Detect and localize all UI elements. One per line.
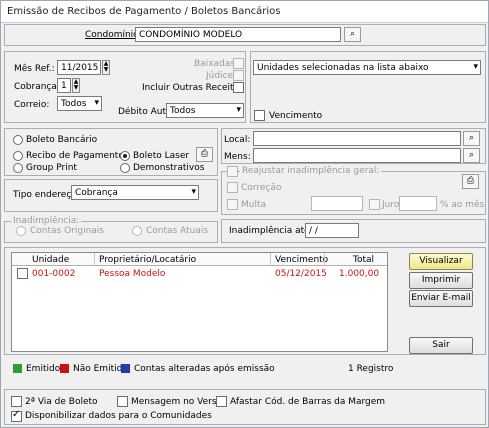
boletos-table: Unidade Proprietário/Locatário Venciment… — [11, 252, 388, 352]
column-divider — [270, 253, 271, 266]
group-print-radio[interactable] — [13, 163, 23, 173]
window-title: Emissão de Recibos de Pagamento / Boleto… — [7, 6, 281, 17]
cobranca-input[interactable]: 1 — [57, 78, 71, 93]
contas-atuais-radio[interactable] — [132, 226, 142, 236]
correio-label: Correio: — [14, 100, 50, 110]
table-row[interactable]: 001-0002 Pessoa Modelo 05/12/2015 1.000,… — [12, 267, 387, 280]
reajustar-title: Reajustar inadimplência geral: — [240, 166, 382, 176]
demonstrativos-radio[interactable] — [120, 163, 130, 173]
header-unidade[interactable]: Unidade — [32, 255, 69, 265]
row-unidade: 001-0002 — [32, 269, 76, 279]
correio-select[interactable]: Todos — [57, 96, 102, 111]
boleto-bancario-radio[interactable] — [13, 135, 23, 145]
row-proprietario: Pessoa Modelo — [99, 269, 166, 279]
mensagem-verso-checkbox[interactable] — [117, 396, 128, 407]
record-count: 1 Registro — [348, 364, 394, 374]
binoculars-icon[interactable]: ⌕ — [463, 148, 480, 163]
boleto-laser-label: Boleto Laser — [133, 151, 190, 161]
sair-button[interactable]: Sair — [409, 337, 473, 354]
reajustar-checkbox[interactable] — [227, 166, 238, 177]
afastar-codigo-label: Afastar Cód. de Barras da Margem — [230, 397, 386, 407]
printer-icon[interactable]: ⎙ — [196, 147, 213, 162]
local-input[interactable] — [253, 131, 461, 146]
disponibilizar-label: Disponibilizar dados para o Comunidades — [25, 411, 212, 421]
contas-originais-label: Contas Originais — [30, 226, 104, 236]
header-total[interactable]: Total — [353, 255, 374, 265]
baixadas-checkbox[interactable] — [233, 58, 244, 69]
row-vencimento: 05/12/2015 — [275, 269, 327, 279]
boleto-laser-radio[interactable] — [120, 151, 130, 161]
incluir-label: Incluir Outras Receitas — [142, 83, 244, 93]
afastar-codigo-checkbox[interactable] — [216, 396, 227, 407]
baixadas-label: Baixadas — [194, 59, 235, 69]
segunda-via-checkbox[interactable] — [11, 396, 22, 407]
segunda-via-label: 2ª Via de Boleto — [25, 397, 98, 407]
condominio-field[interactable]: CONDOMÍNIO MODELO — [135, 27, 341, 42]
contas-originais-radio[interactable] — [16, 226, 26, 236]
recibo-pagamento-label: Recibo de Pagamento — [26, 151, 124, 161]
debito-label: Débito Aut.: — [118, 107, 172, 117]
juros-input[interactable] — [399, 196, 437, 211]
mes-ref-input[interactable]: 11/2015 — [57, 60, 101, 75]
visualizar-button[interactable]: Visualizar — [409, 253, 473, 270]
multa-checkbox[interactable] — [227, 199, 238, 210]
title-bar: Emissão de Recibos de Pagamento / Boleto… — [1, 1, 488, 23]
inadimplencia-ate-input[interactable]: / / — [305, 223, 359, 238]
juros-checkbox[interactable] — [369, 199, 380, 210]
condominio-label: Condomínio: — [85, 30, 142, 40]
inadimplencia-ate-label: Inadimplência até: — [229, 226, 313, 236]
binoculars-icon[interactable]: ⌕ — [344, 27, 361, 42]
column-divider — [324, 253, 325, 266]
juizo-label: Júdice — [206, 71, 234, 81]
incluir-checkbox[interactable] — [233, 82, 244, 93]
header-proprietario[interactable]: Proprietário/Locatário — [99, 255, 196, 265]
alteradas-label: Contas alteradas após emissão — [134, 364, 275, 374]
endereco-select[interactable]: Cobrança — [71, 185, 199, 200]
column-divider — [94, 253, 95, 266]
juizo-checkbox[interactable] — [233, 70, 244, 81]
nao-emitido-label: Não Emitido — [73, 364, 128, 374]
local-label: Local: — [224, 135, 251, 145]
ao-mes-label: % ao mês — [440, 200, 485, 210]
row-total: 1.000,00 — [339, 269, 380, 279]
correcao-checkbox[interactable] — [227, 182, 238, 193]
unidades-select[interactable]: Unidades selecionadas na lista abaixo — [253, 60, 481, 75]
row-checkbox[interactable] — [17, 268, 28, 279]
endereco-label: Tipo endereço: — [13, 190, 80, 200]
alteradas-color-swatch — [121, 364, 130, 373]
mens-input[interactable] — [253, 148, 461, 163]
main-window: Emissão de Recibos de Pagamento / Boleto… — [0, 0, 489, 428]
table-header: Unidade Proprietário/Locatário Venciment… — [12, 253, 387, 266]
demonstrativos-label: Demonstrativos — [133, 163, 205, 173]
vencimento-checkbox[interactable] — [254, 110, 265, 121]
mens-label: Mens: — [224, 152, 251, 162]
printer-icon[interactable]: ⎙ — [462, 174, 479, 189]
binoculars-icon[interactable]: ⌕ — [463, 131, 480, 146]
nao-emitido-color-swatch — [60, 364, 69, 373]
contas-atuais-label: Contas Atuais — [146, 226, 209, 236]
multa-label: Multa — [241, 200, 267, 210]
boleto-bancario-label: Boleto Bancário — [26, 135, 98, 145]
cobranca-label: Cobrança: — [14, 82, 60, 92]
mensagem-verso-label: Mensagem no Verso — [131, 397, 223, 407]
enviar-email-button[interactable]: Enviar E-mail — [409, 290, 473, 307]
debito-select[interactable]: Todos — [166, 103, 244, 118]
group-print-label: Group Print — [26, 163, 77, 173]
inadimplencia-title: Inadimplência: — [11, 216, 82, 226]
mes-ref-label: Mês Ref.: — [14, 64, 55, 74]
multa-input[interactable] — [311, 196, 363, 211]
recibo-pagamento-radio[interactable] — [13, 151, 23, 161]
mes-ref-spinner[interactable]: ▲ ▼ — [102, 60, 110, 75]
emitido-color-swatch — [13, 364, 22, 373]
imprimir-button[interactable]: Imprimir — [409, 272, 473, 289]
header-vencimento[interactable]: Vencimento — [275, 255, 328, 265]
emitido-label: Emitido — [26, 364, 61, 374]
vencimento-label: Vencimento — [269, 111, 323, 121]
disponibilizar-checkbox[interactable] — [11, 409, 22, 422]
cobranca-spinner[interactable]: ▲ ▼ — [72, 78, 80, 93]
correcao-label: Correção — [241, 183, 282, 193]
